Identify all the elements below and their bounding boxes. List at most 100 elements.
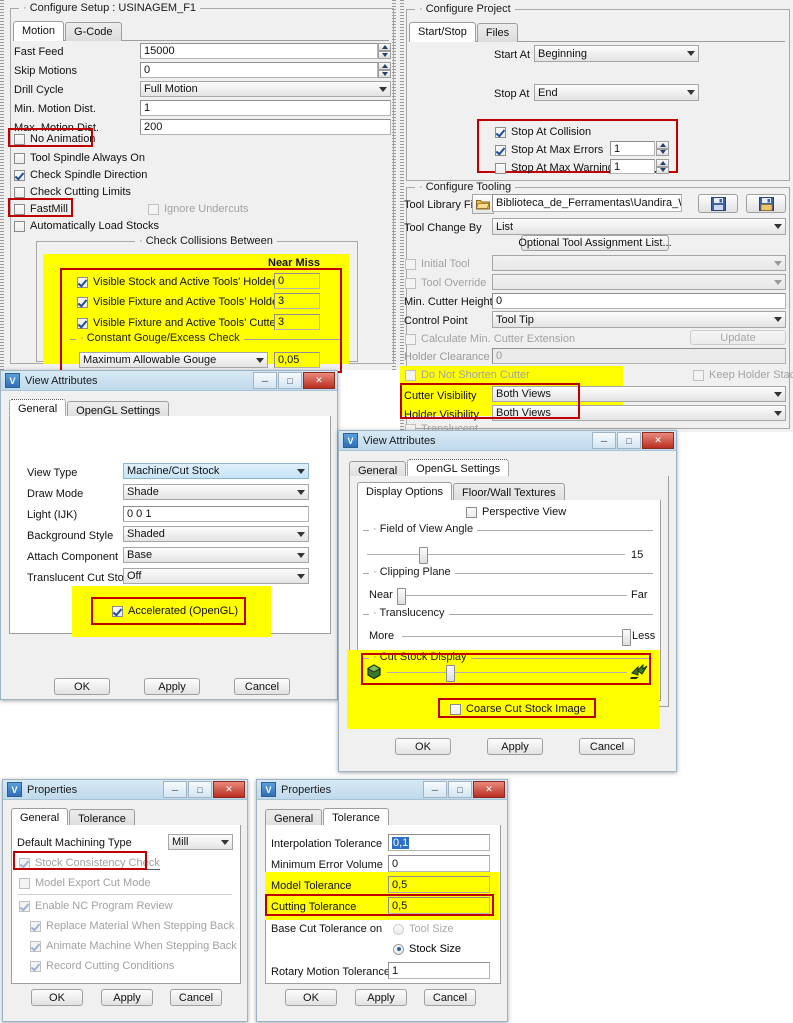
checkbox-do-not-shorten-cutter[interactable]: Do Not Shorten Cutter <box>405 369 530 381</box>
skip-motions-spinner-up[interactable] <box>378 62 391 70</box>
fov-slider-track[interactable] <box>367 554 625 555</box>
window-titlebar[interactable]: V View Attributes ─ □ ✕ <box>339 431 676 451</box>
radio-tool-size[interactable]: Tool Size <box>393 923 454 935</box>
subtab-display-options[interactable]: Display Options <box>357 482 453 502</box>
apply-button[interactable]: Apply <box>144 678 200 695</box>
checkbox-check-cutting-limits[interactable]: Check Cutting Limits <box>14 186 131 198</box>
min-cutter-height-input[interactable]: 0 <box>492 293 786 309</box>
checkbox-tool-override[interactable]: Tool Override <box>405 277 486 289</box>
max-motion-dist-input[interactable]: 200 <box>140 119 391 135</box>
tab-gcode[interactable]: G-Code <box>65 22 122 41</box>
fov-slider-knob[interactable] <box>419 547 428 564</box>
cancel-button[interactable]: Cancel <box>424 989 476 1006</box>
ok-button[interactable]: OK <box>395 738 451 755</box>
cancel-button[interactable]: Cancel <box>234 678 290 695</box>
skip-motions-spinner-down[interactable] <box>378 70 391 78</box>
max-warnings-spinner-down[interactable] <box>656 166 669 174</box>
translucent-cut-stock-combo[interactable]: Off <box>123 568 309 584</box>
background-style-combo[interactable]: Shaded <box>123 526 309 542</box>
checkbox-stop-at-max-errors[interactable]: Stop At Max Errors <box>495 144 603 156</box>
radio-stock-size[interactable]: Stock Size <box>393 943 461 955</box>
maximize-icon[interactable]: □ <box>188 781 212 798</box>
maximize-icon[interactable]: □ <box>448 781 472 798</box>
clipping-slider-track[interactable] <box>400 595 627 596</box>
max-errors-spinner[interactable] <box>656 141 669 156</box>
skip-motions-input[interactable]: 0 <box>140 62 378 78</box>
apply-button[interactable]: Apply <box>355 989 407 1006</box>
holder-clearance-input[interactable]: 0 <box>492 348 786 364</box>
optional-tool-assignment-list-button[interactable]: Optional Tool Assignment List... <box>518 235 672 251</box>
checkbox-initial-tool[interactable]: Initial Tool <box>405 258 470 270</box>
maximize-icon[interactable]: □ <box>617 432 641 449</box>
stop-at-combo[interactable]: End <box>534 84 699 101</box>
ok-button[interactable]: OK <box>285 989 337 1006</box>
checkbox-stop-at-collision[interactable]: Stop At Collision <box>495 126 591 138</box>
drill-cycle-combo[interactable]: Full Motion <box>140 81 391 97</box>
fast-feed-spinner[interactable] <box>378 43 391 59</box>
skip-motions-spinner[interactable] <box>378 62 391 78</box>
close-icon[interactable]: ✕ <box>303 372 335 389</box>
checkbox-stop-at-max-warnings[interactable]: Stop At Max Warnings <box>495 162 619 174</box>
checkbox-calculate-min-cutter-extension[interactable]: Calculate Min. Cutter Extension <box>405 333 575 345</box>
translucency-slider-track[interactable] <box>402 636 626 637</box>
model-tolerance-input[interactable]: 0,5 <box>388 876 490 893</box>
start-at-combo[interactable]: Beginning <box>534 45 699 62</box>
maximize-icon[interactable]: □ <box>278 372 302 389</box>
min-motion-dist-input[interactable]: 1 <box>140 100 391 116</box>
fast-feed-spinner-down[interactable] <box>378 51 391 59</box>
checkbox-record-cutting-conditions[interactable]: Record Cutting Conditions <box>30 960 174 972</box>
fast-feed-spinner-up[interactable] <box>378 43 391 51</box>
max-warnings-spinner-up[interactable] <box>656 159 669 167</box>
checkbox-check-spindle-direction[interactable]: Check Spindle Direction <box>14 169 147 181</box>
view-type-combo[interactable]: Machine/Cut Stock <box>123 463 309 479</box>
checkbox-replace-material-stepping-back[interactable]: Replace Material When Stepping Back <box>30 920 234 932</box>
apply-button[interactable]: Apply <box>101 989 153 1006</box>
fast-feed-input[interactable]: 15000 <box>140 43 378 59</box>
apply-button[interactable]: Apply <box>487 738 543 755</box>
checkbox-model-export-cut-mode[interactable]: Model Export Cut Mode <box>19 877 151 889</box>
initial-tool-combo[interactable] <box>492 255 786 271</box>
max-warnings-input[interactable]: 1 <box>610 159 655 174</box>
control-point-combo[interactable]: Tool Tip <box>492 311 786 328</box>
minimize-icon[interactable]: ─ <box>253 372 277 389</box>
cancel-button[interactable]: Cancel <box>170 989 222 1006</box>
light-ijk-input[interactable]: 0 0 1 <box>123 506 309 522</box>
rotary-motion-tolerance-input[interactable]: 1 <box>388 962 490 979</box>
save-as-icon[interactable] <box>746 194 786 213</box>
close-icon[interactable]: ✕ <box>473 781 505 798</box>
configure-project-tabstrip[interactable]: Start/Stop Files <box>409 21 785 42</box>
default-machining-type-combo[interactable]: Mill <box>168 834 233 850</box>
cancel-button[interactable]: Cancel <box>579 738 635 755</box>
minimize-icon[interactable]: ─ <box>592 432 616 449</box>
tab-start-stop[interactable]: Start/Stop <box>409 22 476 42</box>
close-icon[interactable]: ✕ <box>213 781 245 798</box>
ok-button[interactable]: OK <box>54 678 110 695</box>
draw-mode-combo[interactable]: Shade <box>123 484 309 500</box>
max-errors-spinner-up[interactable] <box>656 141 669 149</box>
window-titlebar[interactable]: V View Attributes ─ □ ✕ <box>1 371 337 391</box>
interpolation-tolerance-input[interactable]: 0,1 <box>388 834 490 851</box>
ok-button[interactable]: OK <box>31 989 83 1006</box>
tool-override-combo[interactable] <box>492 274 786 290</box>
folder-open-icon[interactable] <box>472 194 494 214</box>
max-errors-input[interactable]: 1 <box>610 141 655 156</box>
tab-motion[interactable]: Motion <box>13 21 65 41</box>
window-titlebar[interactable]: V Properties ─ □ ✕ <box>257 780 507 800</box>
save-icon[interactable] <box>698 194 738 213</box>
checkbox-enable-nc-program-review[interactable]: Enable NC Program Review <box>19 900 173 912</box>
max-errors-spinner-down[interactable] <box>656 148 669 156</box>
update-button[interactable]: Update <box>690 330 786 345</box>
checkbox-animate-machine-stepping-back[interactable]: Animate Machine When Stepping Back <box>30 940 237 952</box>
checkbox-keep-holder-stack[interactable]: Keep Holder Stack <box>693 369 793 381</box>
checkbox-tool-spindle-always-on[interactable]: Tool Spindle Always On <box>14 152 145 164</box>
tab-files[interactable]: Files <box>476 23 519 42</box>
tool-change-by-combo[interactable]: List <box>492 218 786 235</box>
window-titlebar[interactable]: V Properties ─ □ ✕ <box>3 780 247 800</box>
clipping-slider-knob[interactable] <box>397 588 406 605</box>
attach-component-combo[interactable]: Base <box>123 547 309 563</box>
max-warnings-spinner[interactable] <box>656 159 669 174</box>
translucency-slider-knob[interactable] <box>622 629 631 646</box>
tool-library-file-input[interactable]: Biblioteca_de_Ferramentas\Uandira_WFL.tl… <box>492 194 682 212</box>
minimum-error-volume-input[interactable]: 0 <box>388 855 490 872</box>
checkbox-ignore-undercuts[interactable]: Ignore Undercuts <box>148 203 248 215</box>
